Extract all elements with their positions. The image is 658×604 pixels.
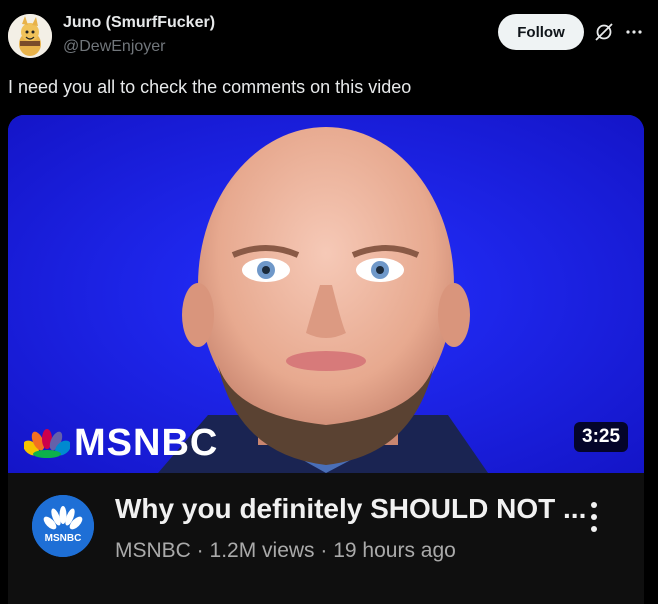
video-title[interactable]: Why you definitely SHOULD NOT ... (115, 493, 586, 525)
video-channel-name[interactable]: MSNBC (115, 539, 191, 562)
thumbnail-channel-logo-text: MSNBC (74, 421, 219, 464)
cartoon-avatar-icon (8, 14, 52, 58)
grok-icon[interactable] (594, 22, 614, 42)
meta-separator: · (314, 539, 334, 562)
channel-avatar[interactable]: MSNBC (32, 495, 94, 557)
msnbc-logo: MSNBC (24, 421, 219, 464)
tweet: Juno (SmurfFucker) @DewEnjoyer Follow I … (0, 0, 658, 604)
video-view-count: 1.2M views (209, 539, 315, 562)
meta-separator: · (190, 539, 210, 562)
more-icon[interactable] (624, 22, 644, 42)
video-more-icon[interactable] (584, 497, 604, 537)
peacock-icon (24, 429, 70, 458)
video-info: MSNBC Why you definitely SHOULD NOT ... … (8, 473, 644, 604)
channel-avatar-text: MSNBC (45, 533, 82, 544)
author-display-name[interactable]: Juno (SmurfFucker) (63, 14, 215, 32)
video-card[interactable]: MSNBC 3:25 MSNBC Why you definitely SHOU… (8, 115, 644, 604)
video-meta: MSNBC · 1.2M views · 19 hours ago (115, 539, 456, 563)
msnbc-channel-icon: MSNBC (32, 495, 94, 557)
video-duration-badge: 3:25 (574, 422, 629, 452)
video-age: 19 hours ago (333, 539, 456, 562)
author-avatar[interactable] (8, 14, 52, 58)
thumbnail-image (8, 115, 644, 473)
follow-button[interactable]: Follow (498, 14, 584, 50)
author-handle[interactable]: @DewEnjoyer (63, 38, 166, 56)
video-thumbnail[interactable]: MSNBC 3:25 (8, 115, 644, 473)
tweet-text: I need you all to check the comments on … (8, 77, 412, 97)
